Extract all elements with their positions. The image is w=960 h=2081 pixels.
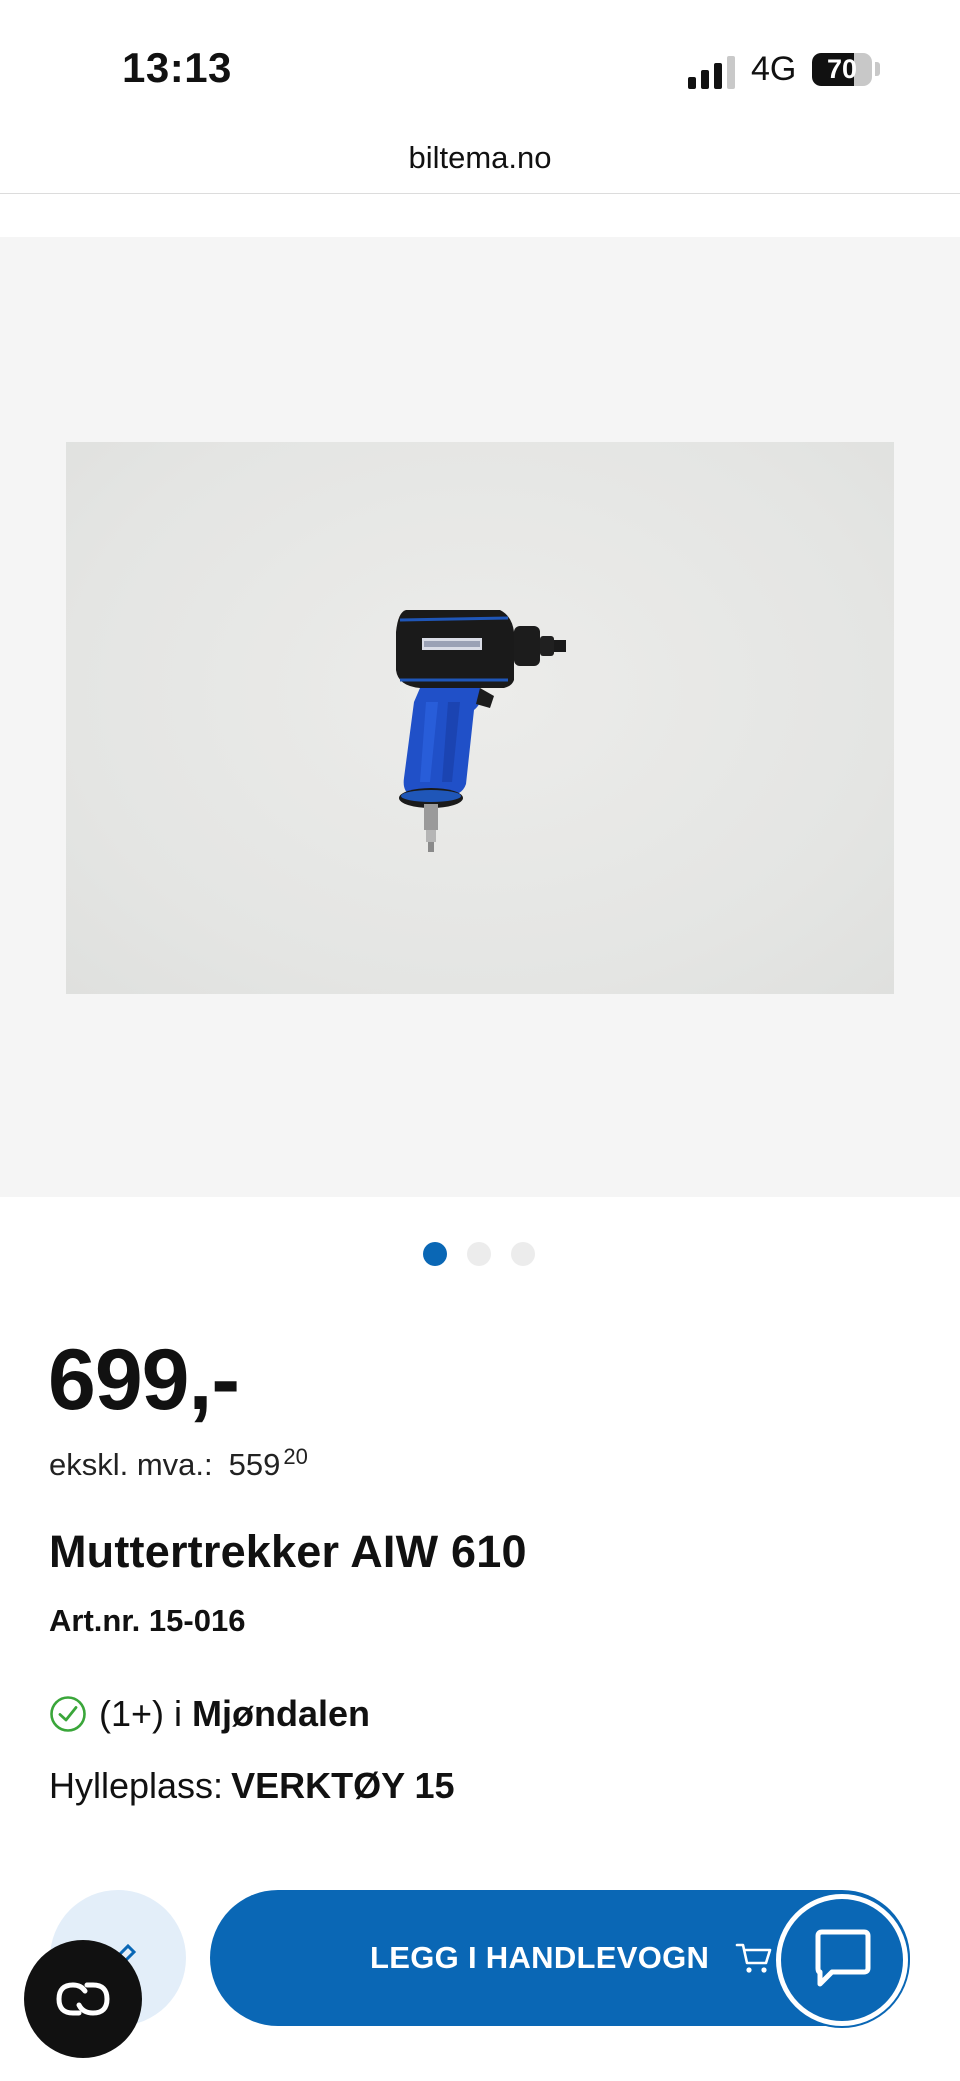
- check-circle-icon: [50, 1696, 86, 1732]
- shelf-value: VERKTØY 15: [231, 1765, 455, 1806]
- carousel-dot[interactable]: [511, 1242, 535, 1266]
- chat-button[interactable]: [776, 1894, 908, 2026]
- carousel-indicators: [423, 1242, 543, 1266]
- divider: [0, 193, 960, 194]
- price: 699,-: [48, 1332, 240, 1428]
- battery-percent: 70: [826, 54, 858, 84]
- battery-icon: 70: [812, 53, 872, 86]
- product-gallery[interactable]: [0, 237, 960, 1197]
- stock-count: (1+) i: [99, 1693, 183, 1734]
- product-image[interactable]: [66, 442, 894, 994]
- store-name[interactable]: Mjøndalen: [192, 1693, 370, 1735]
- battery-nub: [875, 62, 880, 76]
- network-type: 4G: [751, 50, 797, 88]
- add-to-cart-label: LEGG I HANDLEVOGN: [370, 1940, 710, 1975]
- signal-icon: [688, 55, 738, 89]
- vat-price-dec: 20: [283, 1444, 308, 1469]
- carousel-dot[interactable]: [423, 1242, 447, 1266]
- co-badge-icon: [56, 1982, 110, 2016]
- shelf-location: Hylleplass: VERKTØY 15: [49, 1765, 454, 1807]
- vat-price-int: 559: [228, 1447, 281, 1482]
- article-number: Art.nr. 15-016: [49, 1603, 246, 1638]
- chat-icon: [815, 1929, 871, 1987]
- carousel-dot[interactable]: [467, 1242, 491, 1266]
- url-bar[interactable]: biltema.no: [0, 140, 960, 176]
- impact-wrench-image: [396, 610, 566, 852]
- price-excl-vat: ekskl. mva.: 559 20: [49, 1444, 308, 1483]
- shelf-label: Hylleplass:: [49, 1765, 224, 1806]
- product-title: Muttertrekker AIW 610: [49, 1526, 527, 1577]
- cart-icon: [735, 1943, 772, 1973]
- vat-label: ekskl. mva.:: [49, 1447, 213, 1482]
- stock-status[interactable]: (1+) i Mjøndalen: [49, 1693, 370, 1735]
- co-badge[interactable]: [24, 1940, 142, 2058]
- status-time: 13:13: [122, 44, 232, 91]
